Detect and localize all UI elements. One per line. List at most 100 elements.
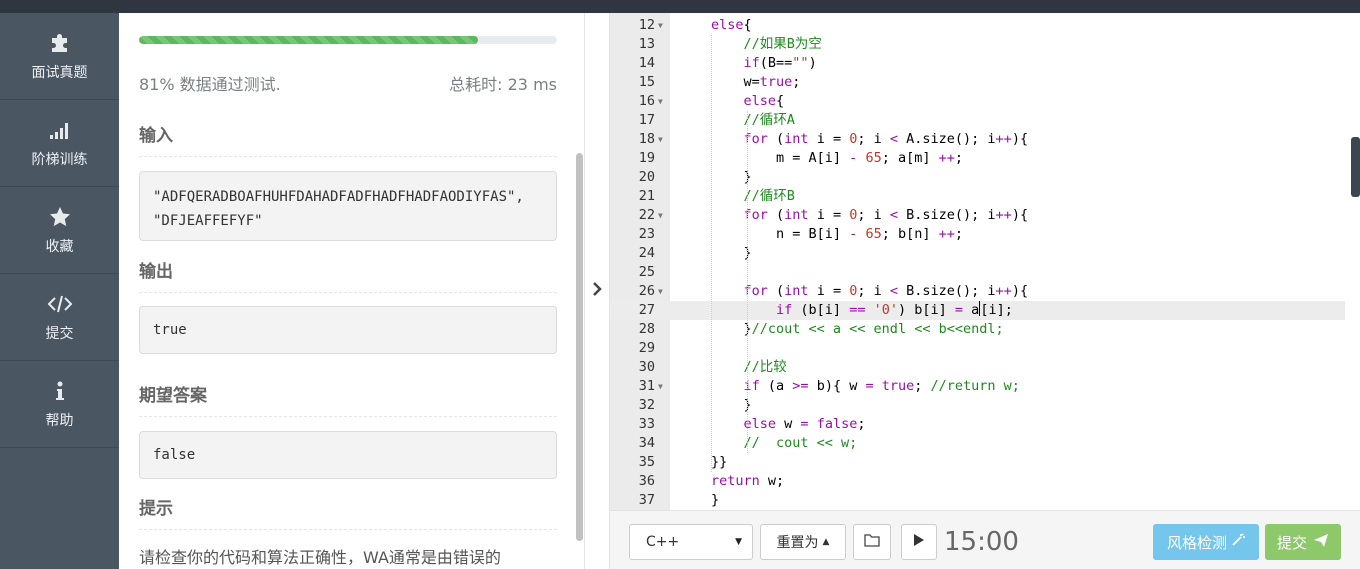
code-line[interactable]: 32 } (610, 396, 1345, 415)
code-token: ; i (857, 131, 890, 147)
code-token: B.size(); i (898, 283, 996, 299)
fold-arrow-icon[interactable]: ▼ (658, 130, 663, 149)
line-number: 28 (638, 321, 655, 337)
line-number: 26 (638, 283, 655, 299)
code-token: ; i (857, 207, 890, 223)
code-text: } (711, 244, 752, 263)
code-line[interactable]: 31 ▼ if (a >= b){ w = true; //return w; (610, 377, 1345, 396)
nav-item-ladder-training[interactable]: 阶梯训练 (0, 100, 119, 187)
code-token: ) (808, 55, 817, 71)
code-token: else (743, 416, 777, 432)
chevron-right-icon[interactable] (591, 281, 603, 301)
language-select[interactable]: C++ ▼ (629, 524, 753, 560)
nav-label: 阶梯训练 (31, 152, 88, 168)
code-line[interactable]: 37} (610, 491, 1345, 510)
code-token: ( (767, 131, 785, 147)
code-token: } (711, 245, 752, 261)
panel-divider[interactable] (584, 13, 610, 569)
code-line[interactable]: 34 // cout << w; (610, 434, 1345, 453)
line-number: 24 (638, 245, 655, 261)
nav-item-interview-questions[interactable]: 面试真题 (0, 13, 119, 100)
code-token: ; (954, 150, 964, 166)
code-token: < (889, 131, 898, 147)
line-number: 35 (638, 454, 655, 470)
code-line[interactable]: 16 ▼ else{ (610, 92, 1345, 111)
code-line[interactable]: 27 if (b[i] == '0') b[i] = a[i]; (610, 301, 1345, 320)
line-number: 19 (638, 150, 655, 166)
code-line[interactable]: 14 if(B=="") (610, 54, 1345, 73)
code-line[interactable]: 22 ▼ for (int i = 0; i < B.size(); i++){ (610, 206, 1345, 225)
code-text: else w = false; (711, 415, 866, 434)
paper-plane-icon (1313, 533, 1329, 552)
code-line[interactable]: 26 ▼ for (int i = 0; i < B.size(); i++){ (610, 282, 1345, 301)
nav-label: 提交 (45, 326, 74, 342)
nav-label: 面试真题 (31, 65, 88, 81)
hint-title: 提示 (139, 499, 173, 519)
puzzle-icon (47, 30, 73, 56)
submit-button[interactable]: 提交 (1265, 524, 1341, 560)
code-token: (B== (759, 55, 793, 71)
editor-scroll-thumb[interactable] (1351, 137, 1360, 197)
reset-button[interactable]: 重置为 ▲ (760, 524, 846, 560)
fold-arrow-icon[interactable]: ▼ (658, 92, 663, 111)
code-line[interactable]: 24 } (610, 244, 1345, 263)
code-token: } (711, 321, 752, 337)
input-value: "ADFQERADBOAFHUHFDAHADFADFHADFHADFAODIYF… (139, 171, 557, 241)
code-line[interactable]: 33 else w = false; (610, 415, 1345, 434)
code-token: return (711, 473, 760, 489)
nav-item-help[interactable]: 帮助 (0, 361, 119, 448)
code-token: (a (759, 378, 793, 394)
code-token: ; (914, 378, 931, 394)
code-line[interactable]: 29 (610, 339, 1345, 358)
open-file-button[interactable] (853, 524, 891, 560)
code-line[interactable]: 28 }//cout << a << endl << b<<endl; (610, 320, 1345, 339)
code-token: < (889, 283, 898, 299)
nav-item-favorites[interactable]: 收藏 (0, 187, 119, 274)
code-line[interactable]: 18 ▼ for (int i = 0; i < A.size(); i++){ (610, 130, 1345, 149)
fold-arrow-icon[interactable]: ▼ (658, 377, 663, 396)
editor-scrollbar[interactable] (1345, 13, 1360, 510)
code-token: } (711, 169, 752, 185)
code-line[interactable]: 15 w=true; (610, 73, 1345, 92)
code-line[interactable]: 13 //如果B为空 (610, 35, 1345, 54)
code-text: //循环A (711, 111, 795, 130)
style-check-button[interactable]: 风格检测 (1153, 524, 1259, 560)
line-number: 25 (638, 264, 655, 280)
code-line[interactable]: 25 (610, 263, 1345, 282)
code-line[interactable]: 36 return w; (610, 472, 1345, 491)
line-number: 34 (638, 435, 655, 451)
output-value: true (139, 306, 557, 354)
line-number: 36 (638, 473, 655, 489)
code-line[interactable]: 17 //循环A (610, 111, 1345, 130)
code-line[interactable]: 20 } (610, 168, 1345, 187)
code-line[interactable]: 19 m = A[i] - 65; a[m] ++; (610, 149, 1345, 168)
code-line[interactable]: 30 //比较 (610, 358, 1345, 377)
left-nav: 面试真题 阶梯训练 收藏 提交 帮助 (0, 13, 119, 569)
code-token: ++ (995, 283, 1012, 299)
code-line[interactable]: 35}} (610, 453, 1345, 472)
fold-arrow-icon[interactable]: ▼ (658, 16, 663, 35)
signal-bars-icon (47, 117, 73, 143)
code-line[interactable]: 12 ▼ else{ (610, 16, 1345, 35)
code-line[interactable]: 23 n = B[i] - 65; b[n] ++; (610, 225, 1345, 244)
nav-item-submissions[interactable]: 提交 (0, 274, 119, 361)
fold-arrow-icon[interactable]: ▼ (658, 282, 663, 301)
indent-guide (747, 111, 748, 453)
code-token: w; (759, 473, 785, 489)
line-number: 23 (638, 226, 655, 242)
code-token: { (743, 17, 752, 33)
code-line[interactable]: 21 //循环B (610, 187, 1345, 206)
code-token: (b[i] (792, 302, 850, 318)
code-token: >= (792, 378, 809, 394)
code-editor[interactable]: 12 ▼ else{13 //如果B为空 14 if(B=="") 15 w=true;… (610, 13, 1345, 510)
divider (139, 156, 557, 157)
run-button[interactable] (901, 524, 937, 560)
code-text: //比较 (711, 358, 787, 377)
code-token: i = (808, 283, 850, 299)
result-scrollbar[interactable] (576, 153, 583, 541)
fold-arrow-icon[interactable]: ▼ (658, 206, 663, 225)
